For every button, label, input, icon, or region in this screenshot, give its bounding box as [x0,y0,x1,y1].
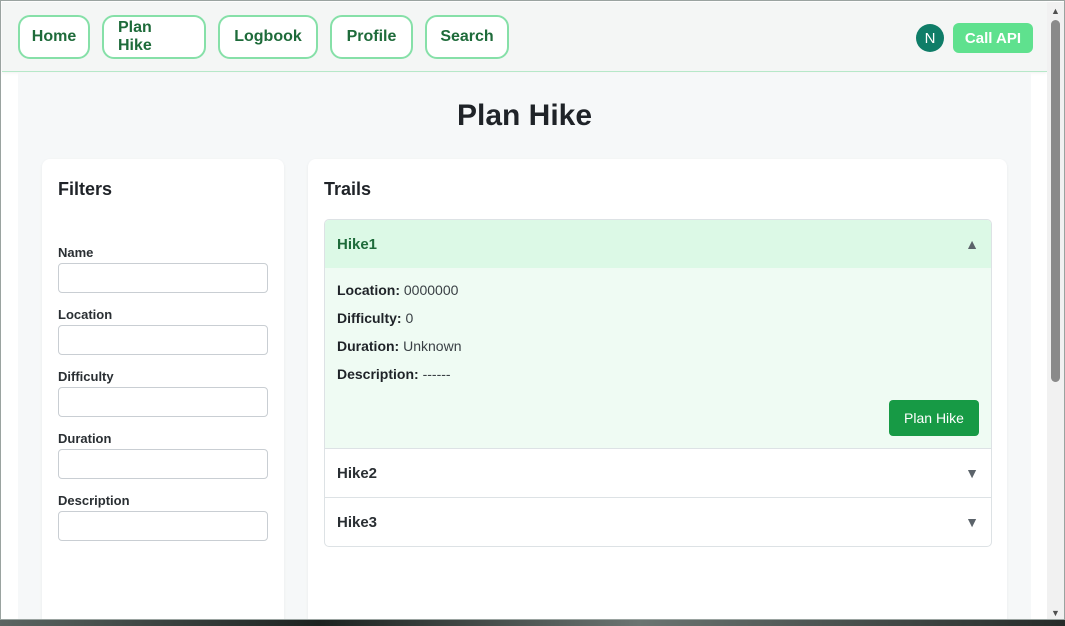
difficulty-detail-value: 0 [405,310,414,326]
duration-input[interactable] [58,449,268,479]
description-detail-label: Description: [337,366,419,382]
duration-detail-label: Duration: [337,338,400,354]
description-detail-value: ------ [422,366,451,382]
vertical-scrollbar[interactable]: ▲ ▼ [1047,2,1064,619]
duration-detail-value: Unknown [403,338,462,354]
trails-title: Trails [324,179,372,199]
trail-name: Hike1 [337,235,378,253]
trail-duration: Duration: Unknown [337,338,461,354]
nav-plan-hike-button[interactable]: Plan Hike [102,15,206,59]
top-navbar: Home Plan Hike Logbook Profile Search N … [2,2,1047,72]
page-content: Plan Hike Filters Name Location Difficul… [18,73,1031,619]
difficulty-label: Difficulty [58,369,114,384]
nav-logbook-button[interactable]: Logbook [218,15,318,59]
name-label: Name [58,245,94,260]
trail-difficulty: Difficulty: 0 [337,310,413,326]
description-input[interactable] [58,511,268,541]
difficulty-input[interactable] [58,387,268,417]
trail-name: Hike2 [337,464,378,482]
trail-details-hike1: Location: 0000000 Difficulty: 0 Duration… [325,268,991,449]
scroll-up-arrow-icon[interactable]: ▲ [1047,2,1064,19]
user-avatar[interactable]: N [916,24,944,52]
location-detail-label: Location: [337,282,400,298]
plan-hike-button[interactable]: Plan Hike [889,400,979,436]
chevron-down-icon: ▼ [965,514,979,530]
trail-header-hike3[interactable]: Hike3 ▼ [325,498,991,546]
location-detail-value: 0000000 [403,282,459,298]
nav-search-button[interactable]: Search [425,15,509,59]
location-input[interactable] [58,325,268,355]
trail-header-hike2[interactable]: Hike2 ▼ [325,449,991,498]
chevron-down-icon: ▼ [965,465,979,481]
trail-name: Hike3 [337,513,378,531]
trail-location: Location: 0000000 [337,282,458,298]
nav-home-button[interactable]: Home [18,15,90,59]
scrollbar-thumb[interactable] [1051,20,1060,382]
location-label: Location [58,307,113,322]
trails-panel: Trails Hike1 ▲ Location: 0000000 Difficu… [308,159,1007,619]
page-title: Plan Hike [456,99,593,132]
duration-label: Duration [58,431,112,446]
trail-description: Description: ------ [337,366,451,382]
name-input[interactable] [58,263,268,293]
filters-panel: Filters Name Location Difficulty Duratio… [42,159,284,619]
call-api-button[interactable]: Call API [953,23,1033,53]
scroll-down-arrow-icon[interactable]: ▼ [1047,604,1064,619]
trails-accordion: Hike1 ▲ Location: 0000000 Difficulty: 0 … [324,219,992,547]
browser-window: Home Plan Hike Logbook Profile Search N … [0,0,1065,620]
difficulty-detail-label: Difficulty: [337,310,402,326]
filters-title: Filters [58,179,113,199]
trail-header-hike1[interactable]: Hike1 ▲ [325,220,991,268]
desktop-background-strip [0,620,1065,626]
chevron-up-icon: ▲ [965,236,979,252]
description-label: Description [58,493,130,508]
nav-profile-button[interactable]: Profile [330,15,413,59]
